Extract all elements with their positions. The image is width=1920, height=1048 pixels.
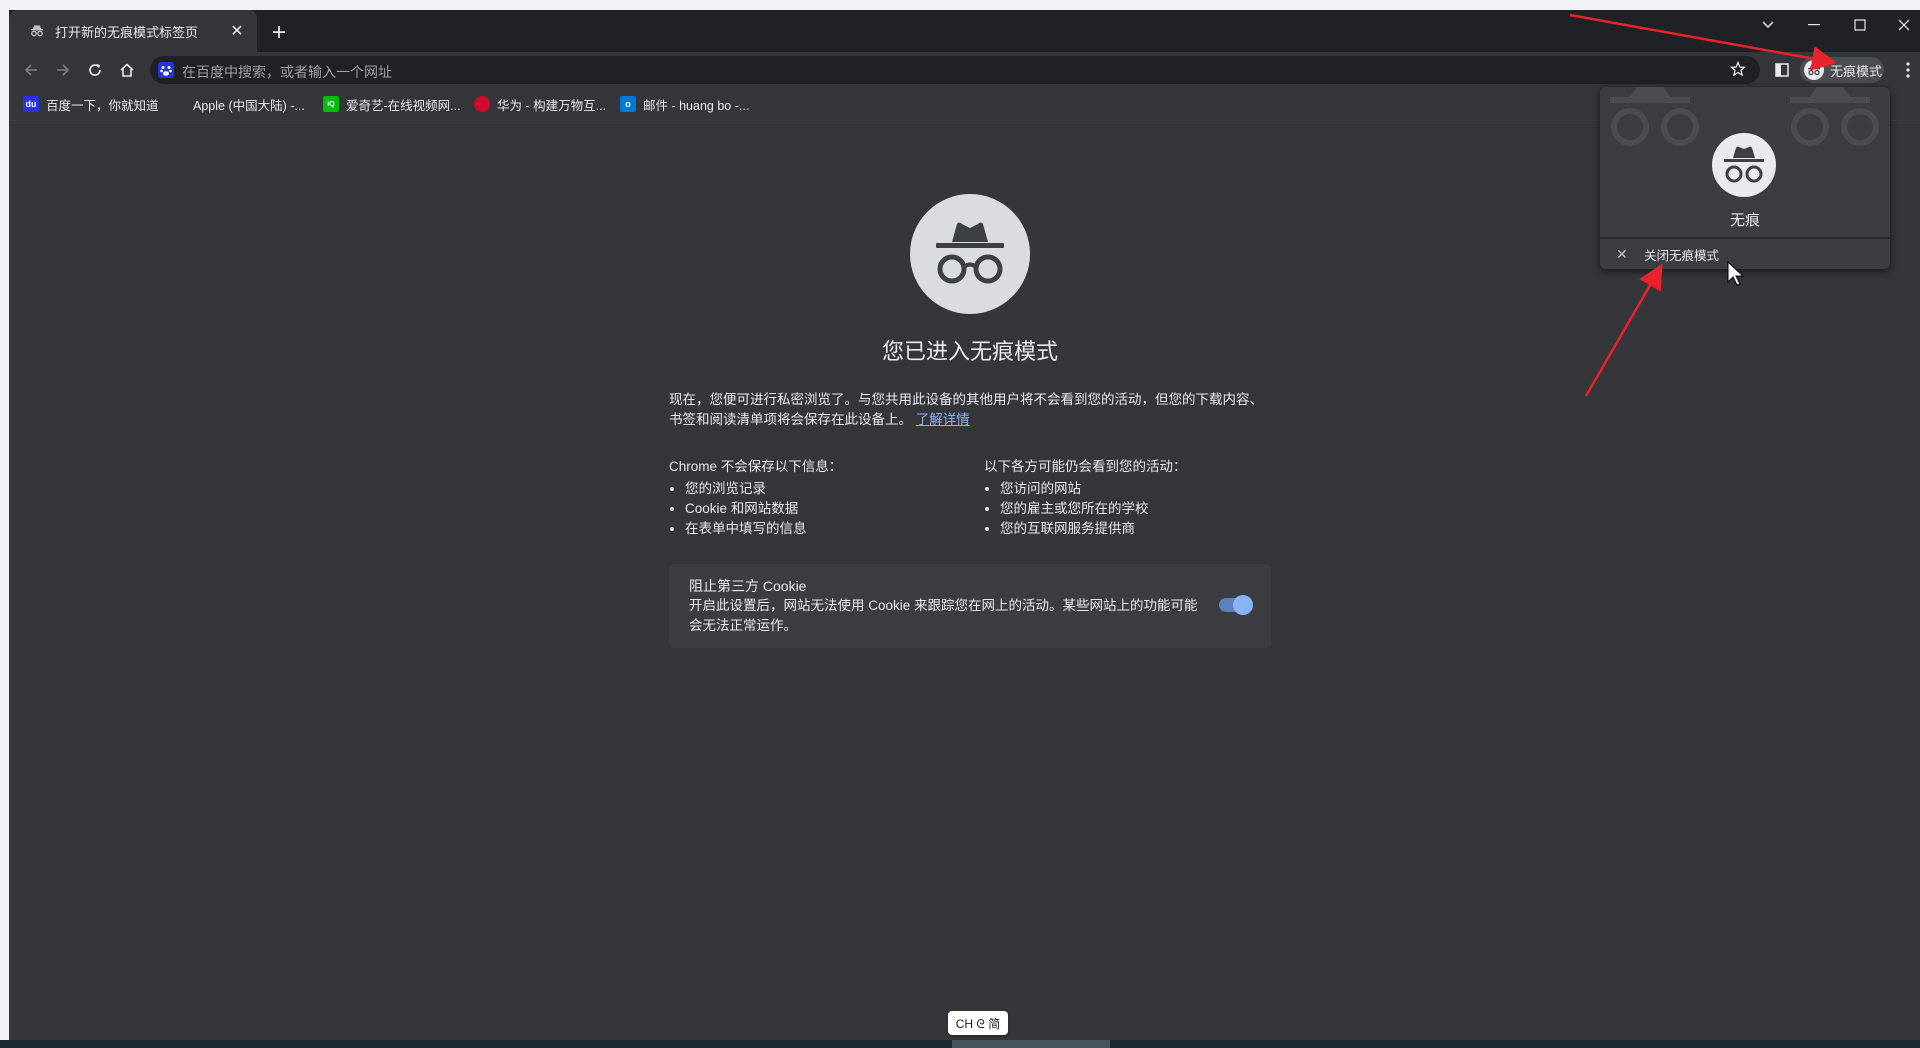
learn-more-link[interactable]: 了解详情 [916,412,970,427]
new-tab-button[interactable]: + [268,19,290,46]
incognito-description: 现在，您便可进行私密浏览了。与您共用此设备的其他用户将不会看到您的活动，但您的下… [669,390,1271,430]
reload-icon[interactable] [82,57,108,83]
baidu-icon: du [23,96,39,112]
list-item: 您访问的网站 [1000,479,1284,499]
incognito-hero-icon [910,194,1030,314]
incognito-chip-label: 无痕模式 [1830,63,1883,79]
tab-close-icon[interactable]: ✕ [227,21,247,41]
ime-indicator[interactable]: CH ᘓ 简 [948,1011,1008,1035]
exit-incognito-button[interactable]: ✕ 关闭无痕模式 [1600,239,1890,269]
cookie-card-title: 阻止第三方 Cookie [689,578,807,594]
exit-incognito-label: 关闭无痕模式 [1644,248,1720,263]
bookmark-star-icon[interactable] [1729,60,1747,82]
list-item: 您的互联网服务提供商 [1000,519,1284,539]
incognito-icon [31,25,43,37]
huawei-icon [474,96,490,112]
list-item: 您的雇主或您所在的学校 [1000,499,1284,519]
close-window-button[interactable] [1882,12,1920,38]
list-item: 您的浏览记录 [685,479,969,499]
bookmark-label: 百度一下，你就知道 [46,98,159,113]
incognito-avatar-icon [1804,60,1824,80]
bookmark-apple[interactable]: Apple (中国大陆) -... [170,94,305,114]
profile-name: 无痕 [1729,212,1760,229]
title-bar [9,10,1920,52]
not-saved-list: 您的浏览记录 Cookie 和网站数据 在表单中填写的信息 [669,479,969,539]
tab-incognito[interactable]: 打开新的无痕模式标签页 ✕ [9,10,257,52]
incognito-profile-button[interactable]: 无痕模式 [1800,57,1884,83]
more-menu-icon[interactable] [1898,58,1918,82]
cookie-card-description: 开启此设置后，网站无法使用 Cookie 来跟踪您在网上的活动。某些网站上的功能… [689,598,1198,633]
bookmark-label: 邮件 - huang bo -... [643,98,750,113]
page-title: 您已进入无痕模式 [881,339,1058,364]
maximize-button[interactable] [1838,12,1882,38]
third-party-cookie-card: 阻止第三方 Cookie 开启此设置后，网站无法使用 Cookie 来跟踪您在网… [669,564,1271,648]
address-bar[interactable]: 在百度中搜索，或者输入一个网址 [150,56,1760,84]
address-placeholder: 在百度中搜索，或者输入一个网址 [182,64,392,80]
toggle-knob [1233,595,1253,615]
taskbar-item[interactable] [952,1040,1110,1048]
list-item: Cookie 和网站数据 [685,499,969,519]
iqiyi-icon: iQ [323,96,339,112]
apple-icon [170,96,186,112]
outlook-icon: o [620,96,636,112]
close-icon: ✕ [1616,245,1628,262]
not-saved-heading: Chrome 不会保存以下信息： [669,459,843,474]
window-left-edge [0,10,9,1040]
bookmark-label: 爱奇艺-在线视频网... [346,98,461,113]
side-panel-icon[interactable] [1770,58,1794,82]
tab-search-chevron-icon[interactable] [1746,12,1790,38]
block-cookies-toggle[interactable] [1219,595,1253,615]
bookmark-baidu[interactable]: du 百度一下，你就知道 [23,94,159,114]
bookmark-iqiyi[interactable]: iQ 爱奇艺-在线视频网... [323,94,461,114]
bookmark-label: 华为 - 构建万物互... [497,98,607,113]
home-icon[interactable] [114,57,140,83]
incognito-avatar-icon [1712,133,1776,197]
back-arrow-icon[interactable] [18,57,44,83]
window-top-edge [0,0,1920,10]
tab-title: 打开新的无痕模式标签页 [55,24,199,40]
minimize-button[interactable] [1792,12,1836,38]
bookmark-label: Apple (中国大陆) -... [193,98,305,113]
profile-menu-popup: 无痕 ✕ 关闭无痕模式 [1600,87,1890,269]
forward-arrow-icon[interactable] [50,57,76,83]
still-visible-heading: 以下各方可能仍会看到您的活动： [984,459,1187,474]
bookmark-huawei[interactable]: 华为 - 构建万物互... [474,94,606,114]
not-saved-section: Chrome 不会保存以下信息： 您的浏览记录 Cookie 和网站数据 在表单… [669,455,969,539]
incognito-banner: 无痕 [1600,87,1890,237]
baidu-icon [158,62,174,78]
taskbar [0,1040,1920,1048]
still-visible-section: 以下各方可能仍会看到您的活动： 您访问的网站 您的雇主或您所在的学校 您的互联网… [984,455,1284,539]
bookmark-outlook[interactable]: o 邮件 - huang bo -... [620,94,749,114]
still-visible-list: 您访问的网站 您的雇主或您所在的学校 您的互联网服务提供商 [984,479,1284,539]
list-item: 在表单中填写的信息 [685,519,969,539]
